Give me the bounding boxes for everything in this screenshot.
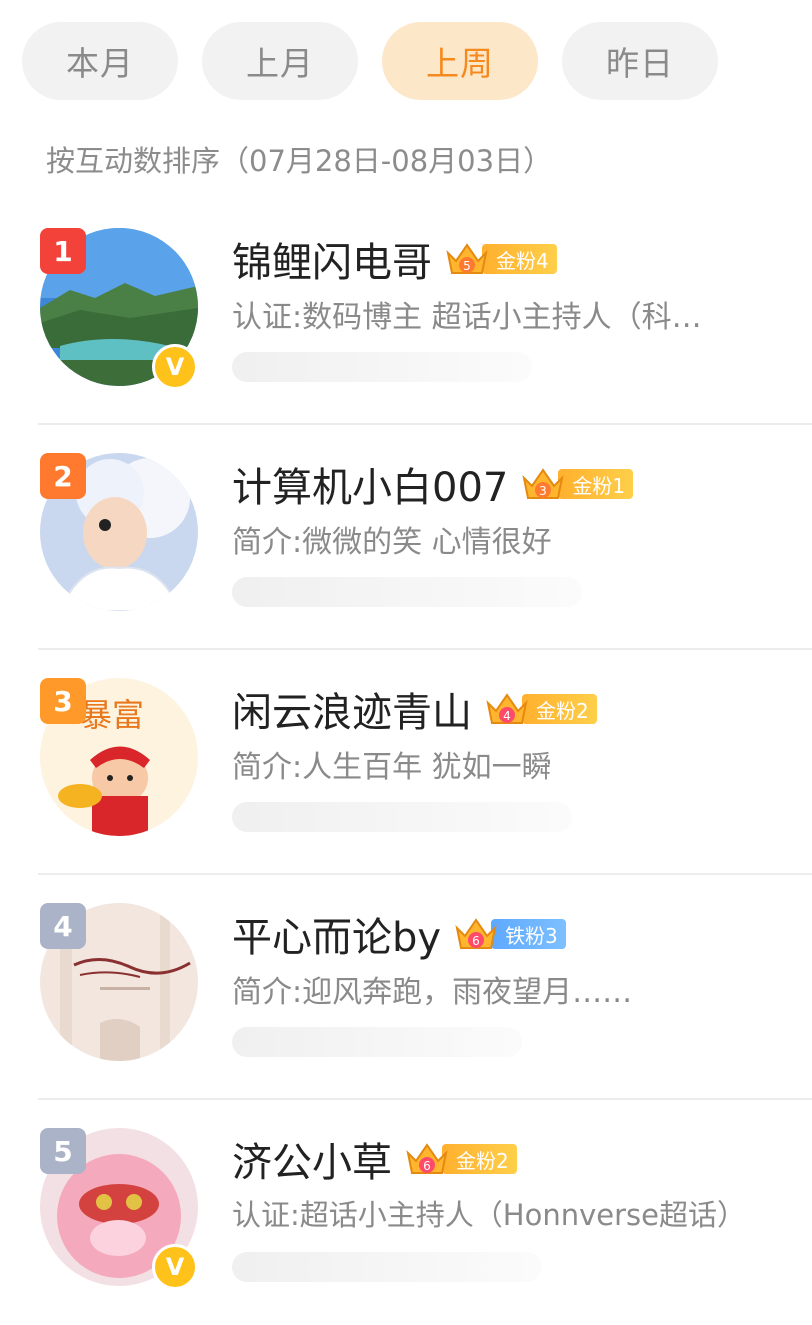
user-name[interactable]: 平心而论by: [232, 905, 441, 963]
user-name[interactable]: 济公小草: [232, 1130, 392, 1188]
period-tabs: 本月 上月 上周 昨日: [22, 22, 718, 100]
user-name[interactable]: 计算机小白007: [232, 455, 508, 513]
fan-level-label: 金粉1: [558, 469, 634, 499]
ranking-list: 1 V 锦鲤闪电哥 5 金粉4 认证:数码博主 超话小主持人（科… 2 计算机小…: [0, 200, 812, 1325]
svg-text:3: 3: [540, 484, 548, 498]
svg-text:6: 6: [423, 1159, 431, 1173]
user-description: 简介:迎风奔跑，雨夜望月……: [232, 975, 633, 1010]
fan-level-label: 金粉4: [482, 244, 557, 274]
user-description: 认证:数码博主 超话小主持人（科…: [232, 300, 702, 335]
svg-text:暴富: 暴富: [80, 696, 144, 734]
svg-text:6: 6: [472, 934, 480, 948]
rank-badge: 2: [40, 453, 86, 499]
user-name[interactable]: 锦鲤闪电哥: [232, 230, 432, 288]
blurred-text: [232, 352, 532, 382]
rank-badge: 4: [40, 903, 86, 949]
blurred-text: [232, 1252, 542, 1282]
crown-icon: 6: [406, 1143, 448, 1174]
user-name[interactable]: 闲云浪迹青山: [232, 680, 472, 738]
fan-badge: 6 金粉2: [404, 1143, 517, 1175]
list-item[interactable]: 5 V 济公小草 6 金粉2 认证:超话小主持人（Honnverse超话）: [0, 1100, 812, 1325]
tab-this-month[interactable]: 本月: [22, 22, 178, 100]
verified-icon: V: [152, 344, 198, 390]
rank-badge: 3: [40, 678, 86, 724]
crown-icon: 4: [486, 693, 528, 724]
user-description: 认证:超话小主持人（Honnverse超话）: [232, 1198, 746, 1232]
fan-level-label: 金粉2: [442, 1144, 517, 1174]
fan-level-label: 金粉2: [522, 694, 597, 724]
tab-last-month[interactable]: 上月: [202, 22, 358, 100]
tab-yesterday[interactable]: 昨日: [562, 22, 718, 100]
sort-description: 按互动数排序（07月28日-08月03日）: [46, 144, 553, 178]
fan-badge: 5 金粉4: [444, 243, 557, 275]
user-description: 简介:微微的笑 心情很好: [232, 525, 552, 560]
verified-icon: V: [152, 1244, 198, 1290]
crown-icon: 6: [455, 918, 497, 949]
blurred-text: [232, 802, 572, 832]
crown-icon: 5: [446, 243, 488, 274]
svg-text:5: 5: [463, 259, 471, 273]
user-description: 简介:人生百年 犹如一瞬: [232, 750, 552, 785]
fan-badge: 3 金粉1: [520, 468, 634, 500]
crown-icon: 3: [522, 468, 564, 499]
list-item[interactable]: 1 V 锦鲤闪电哥 5 金粉4 认证:数码博主 超话小主持人（科…: [0, 200, 812, 425]
blurred-text: [232, 1027, 522, 1057]
fan-badge: 4 金粉2: [484, 693, 597, 725]
rank-badge: 1: [40, 228, 86, 274]
blurred-text: [232, 577, 582, 607]
fan-level-label: 铁粉3: [491, 919, 566, 949]
rank-badge: 5: [40, 1128, 86, 1174]
fan-badge: 6 铁粉3: [453, 918, 566, 950]
list-item[interactable]: 2 计算机小白007 3 金粉1 简介:微微的笑 心情很好: [0, 425, 812, 650]
tab-last-week[interactable]: 上周: [382, 22, 538, 100]
list-item[interactable]: 暴富 3 闲云浪迹青山 4 金粉2 简介:人生百年 犹如一瞬: [0, 650, 812, 875]
svg-text:4: 4: [503, 709, 511, 723]
list-item[interactable]: 4 平心而论by 6 铁粉3 简介:迎风奔跑，雨夜望月……: [0, 875, 812, 1100]
